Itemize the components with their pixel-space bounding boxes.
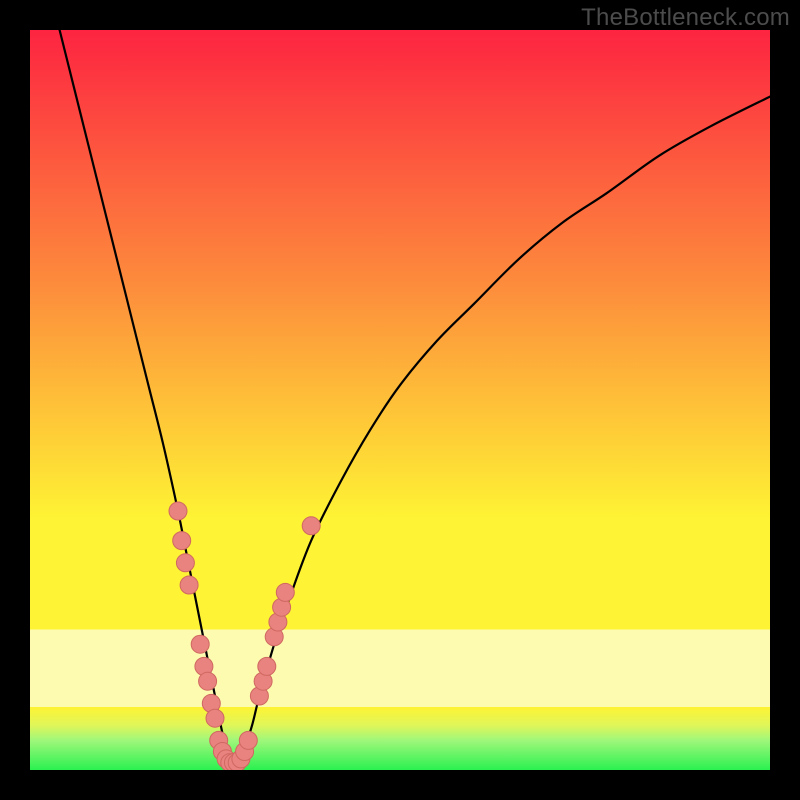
- watermark-text: TheBottleneck.com: [581, 4, 790, 32]
- data-point: [258, 657, 276, 675]
- bottleneck-chart: [30, 30, 770, 770]
- data-point: [199, 672, 217, 690]
- data-point: [276, 583, 294, 601]
- data-point: [239, 731, 257, 749]
- data-point: [176, 554, 194, 572]
- data-point: [169, 502, 187, 520]
- gradient-background: [30, 30, 770, 770]
- data-point: [191, 635, 209, 653]
- data-point: [180, 576, 198, 594]
- plot-area: [30, 30, 770, 770]
- data-point: [302, 517, 320, 535]
- chart-frame: TheBottleneck.com: [0, 0, 800, 800]
- data-point: [173, 532, 191, 550]
- data-point: [206, 709, 224, 727]
